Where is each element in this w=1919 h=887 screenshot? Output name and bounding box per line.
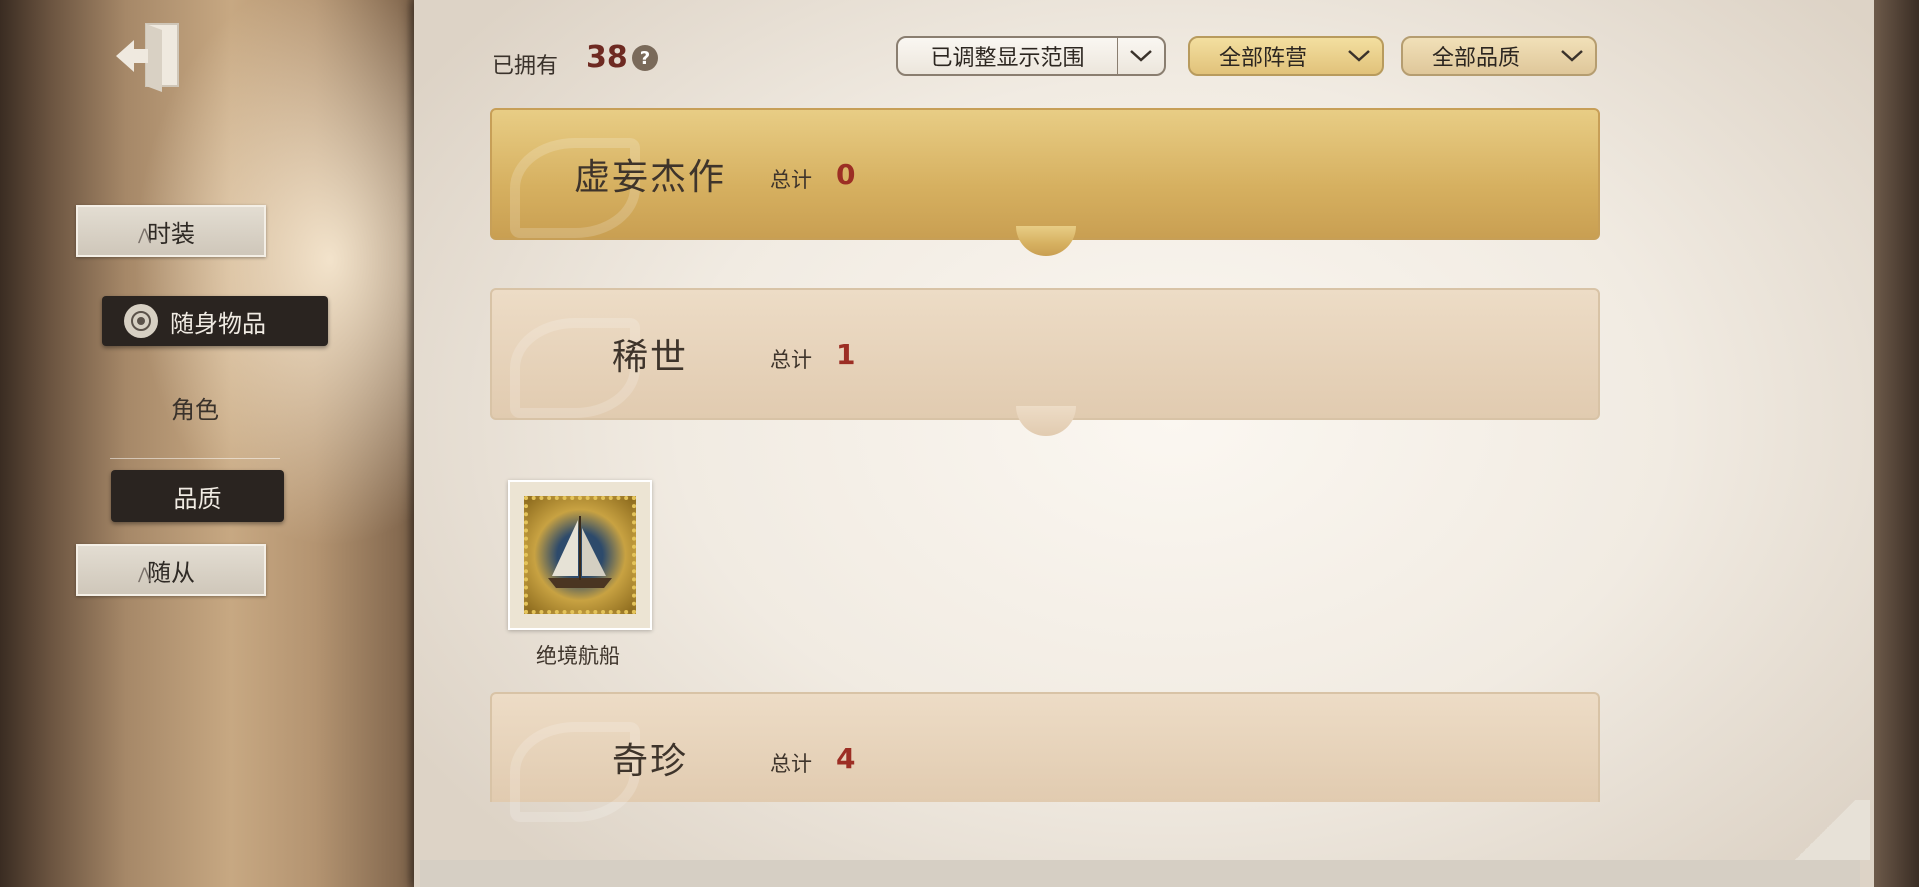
total-value: 0: [836, 158, 856, 191]
tab-label: 品质: [173, 484, 222, 513]
item-card[interactable]: [500, 472, 654, 632]
tab-personal-items[interactable]: 随身物品: [102, 296, 328, 346]
category-title: 虚妄杰作: [574, 157, 727, 198]
dropdown-label: 全部阵营: [1218, 46, 1307, 71]
tab-marker-icon: ⋀: [138, 564, 152, 583]
category-bar-curio[interactable]: 奇珍 总计 4: [490, 692, 1600, 822]
right-edge: [1874, 0, 1919, 887]
tab-follower[interactable]: ⋀ 随从: [76, 544, 266, 596]
tab-label: 随从: [147, 558, 195, 587]
chevron-down-icon: [1549, 38, 1595, 74]
divider: [110, 458, 280, 459]
owned-label: 已拥有: [492, 54, 559, 79]
category-bar-rare[interactable]: 稀世 总计 1: [490, 288, 1600, 436]
sailing-ship-stamp-icon: [524, 496, 636, 614]
tab-fashion[interactable]: ⋀ 时装: [76, 205, 266, 257]
total-label: 总计: [770, 348, 812, 372]
category-bar-illusory-masterpiece[interactable]: 虚妄杰作 总计 0: [490, 108, 1600, 256]
camp-dropdown[interactable]: 全部阵营: [1188, 36, 1384, 76]
total-label: 总计: [770, 168, 812, 192]
display-range-dropdown[interactable]: 已调整显示范围: [896, 36, 1166, 76]
total-label: 总计: [770, 752, 812, 776]
tab-label: 角色: [171, 395, 219, 424]
tab-label: 时装: [147, 219, 195, 248]
left-panel: ⋀ 时装 随身物品 角色 品质 ⋀ 随从: [0, 0, 420, 887]
tab-marker-icon: ⋀: [138, 225, 152, 244]
page-fold-corner: [1780, 800, 1870, 860]
tab-role[interactable]: 角色: [100, 385, 290, 429]
question-icon[interactable]: ?: [632, 45, 658, 71]
category-title: 奇珍: [612, 741, 689, 782]
dropdown-label: 已调整显示范围: [930, 46, 1085, 71]
owned-count: 38: [586, 40, 628, 75]
dropdown-label: 全部品质: [1431, 46, 1520, 71]
chevron-down-icon: [1336, 38, 1382, 74]
chevron-down-icon: [1117, 38, 1164, 74]
tab-label: 随身物品: [170, 309, 266, 338]
category-title: 稀世: [612, 337, 689, 378]
tab-quality[interactable]: 品质: [111, 470, 284, 522]
bottom-strip: [420, 860, 1860, 887]
item-name: 绝境航船: [536, 644, 620, 668]
quality-dropdown[interactable]: 全部品质: [1401, 36, 1597, 76]
total-value: 1: [836, 338, 856, 371]
exit-door-icon: [116, 23, 179, 92]
total-value: 4: [836, 742, 856, 775]
emblem-icon: [124, 304, 158, 338]
exit-button[interactable]: [110, 16, 190, 96]
item-frame: [508, 480, 652, 630]
